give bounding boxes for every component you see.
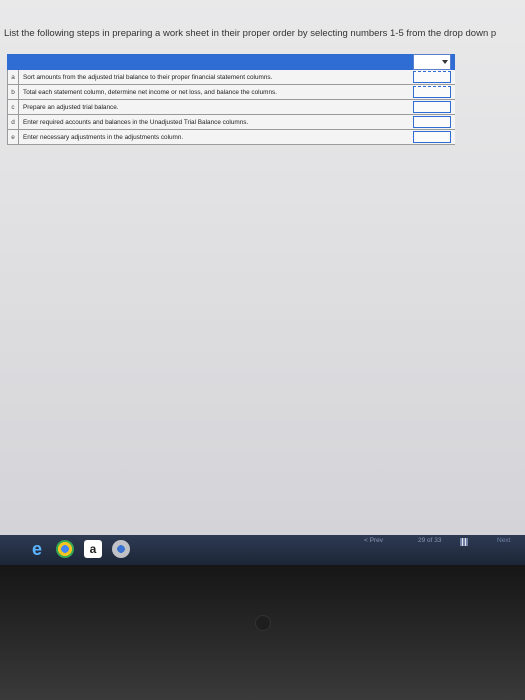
order-select-d[interactable]: [413, 116, 451, 128]
monitor-bezel: [0, 565, 525, 700]
table-header: [7, 54, 455, 70]
taskbar: [0, 535, 525, 565]
chrome-icon[interactable]: [112, 540, 130, 558]
step-row-e: e Enter necessary adjustments in the adj…: [8, 130, 455, 145]
step-letter: e: [8, 130, 19, 144]
step-row-a: a Sort amounts from the adjusted trial b…: [8, 70, 455, 85]
grid-icon[interactable]: [460, 538, 468, 546]
ie-icon[interactable]: e: [28, 539, 46, 559]
step-letter: a: [8, 70, 19, 84]
step-text: Enter required accounts and balances in …: [23, 118, 249, 126]
next-button[interactable]: Next: [497, 537, 510, 549]
step-row-d: d Enter required accounts and balances i…: [8, 115, 455, 130]
order-dropdown[interactable]: [413, 54, 451, 70]
order-select-c[interactable]: [413, 101, 451, 113]
page-indicator: 29 of 33: [418, 537, 442, 544]
monitor-logo-icon: [255, 615, 271, 631]
step-text: Total each statement column, determine n…: [23, 88, 277, 96]
step-row-c: c Prepare an adjusted trial balance.: [8, 100, 455, 115]
step-text: Enter necessary adjustments in the adjus…: [23, 133, 184, 141]
order-select-b[interactable]: [413, 86, 451, 98]
table-body: a Sort amounts from the adjusted trial b…: [7, 70, 455, 145]
steps-table: a Sort amounts from the adjusted trial b…: [7, 54, 455, 145]
question-instruction: List the following steps in preparing a …: [4, 28, 497, 39]
screen: List the following steps in preparing a …: [0, 0, 525, 535]
step-text: Prepare an adjusted trial balance.: [23, 103, 119, 111]
step-row-b: b Total each statement column, determine…: [8, 85, 455, 100]
prev-button[interactable]: < Prev: [364, 537, 383, 549]
step-letter: c: [8, 100, 19, 114]
chrome-icon[interactable]: [56, 540, 74, 558]
step-letter: b: [8, 85, 19, 99]
step-letter: d: [8, 115, 19, 129]
step-text: Sort amounts from the adjusted trial bal…: [23, 73, 273, 81]
chevron-down-icon: [442, 60, 448, 64]
order-select-a[interactable]: [413, 71, 451, 83]
amazon-icon[interactable]: a: [84, 540, 102, 558]
order-select-e[interactable]: [413, 131, 451, 143]
